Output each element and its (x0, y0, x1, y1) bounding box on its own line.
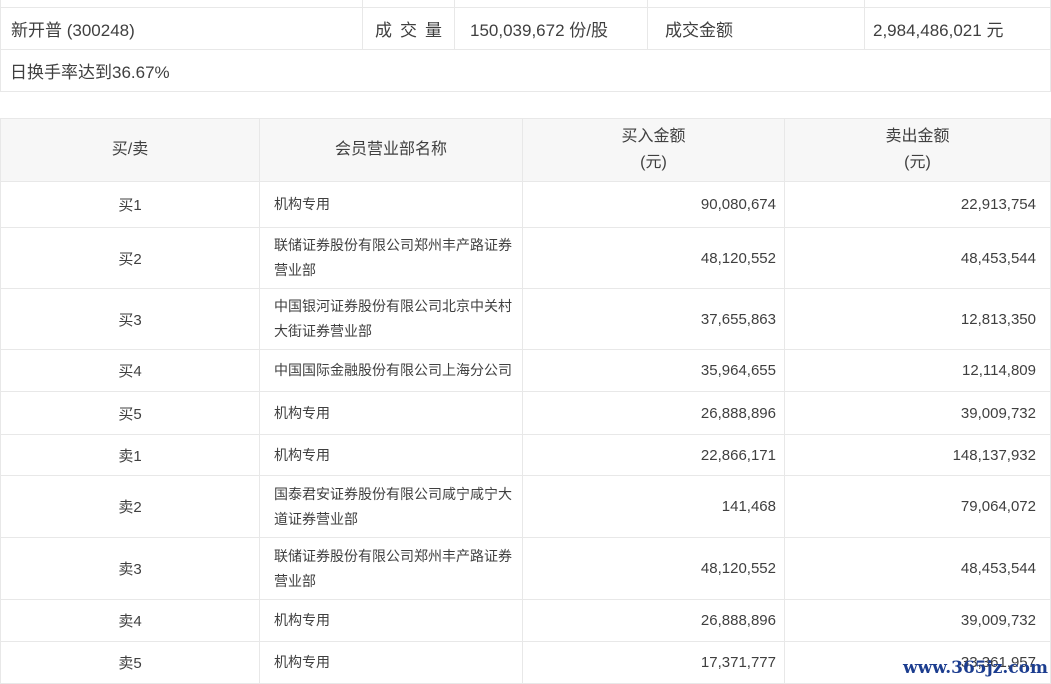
row-sell-amount: 12,813,350 (785, 289, 1050, 349)
site-watermark: www.365jz.com (903, 658, 1048, 678)
branch-text: 中国国际金融股份有限公司上海分公司 (274, 358, 521, 383)
table-row: 卖2 国泰君安证券股份有限公司咸宁咸宁大道证券营业部 141,468 79,06… (1, 475, 1050, 537)
branch-text: 机构专用 (274, 443, 521, 468)
header-side: 买/卖 (1, 119, 260, 181)
table-row: 卖5 机构专用 17,371,777 33,361,957 (1, 641, 1050, 683)
row-sell-amount: 48,453,544 (785, 228, 1050, 288)
table-row: 卖1 机构专用 22,866,171 148,137,932 (1, 434, 1050, 475)
row-sell-amount: 39,009,732 (785, 600, 1050, 641)
row-side-rank: 卖1 (1, 435, 260, 475)
stock-summary-table: 新开普 (300248) 成交量 150,039,672 份/股 成交金额 2,… (0, 0, 1051, 92)
branch-text: 联储证券股份有限公司郑州丰产路证券营业部 (274, 544, 521, 594)
volume-value: 150,039,672 份/股 (455, 8, 648, 49)
row-sell-amount: 48,453,544 (785, 538, 1050, 599)
header-side-label: 买/卖 (112, 137, 148, 163)
row-side-rank: 卖3 (1, 538, 260, 599)
branch-text: 机构专用 (274, 608, 521, 633)
stock-name: 新开普 (300248) (1, 8, 363, 49)
header-buy-unit: (元) (640, 150, 667, 176)
row-branch-name: 联储证券股份有限公司郑州丰产路证券营业部 (260, 538, 523, 599)
row-branch-name: 机构专用 (260, 600, 523, 641)
branch-text: 联储证券股份有限公司郑州丰产路证券营业部 (274, 233, 521, 283)
row-side-rank: 卖4 (1, 600, 260, 641)
header-branch: 会员营业部名称 (260, 119, 523, 181)
turnover-rate-note: 日换手率达到36.67% (1, 49, 1050, 91)
table-row: 买1 机构专用 90,080,674 22,913,754 (1, 181, 1050, 227)
row-side-rank: 买2 (1, 228, 260, 288)
row-sell-amount: 79,064,072 (785, 476, 1050, 537)
table-row: 买3 中国银河证券股份有限公司北京中关村大街证券营业部 37,655,863 1… (1, 288, 1050, 349)
row-buy-amount: 48,120,552 (523, 538, 785, 599)
turnover-value: 2,984,486,021 元 (865, 8, 1050, 49)
row-sell-amount: 39,009,732 (785, 392, 1050, 434)
table-header-row: 买/卖 会员营业部名称 买入金额 (元) 卖出金额 (元) (1, 119, 1050, 181)
row-branch-name: 国泰君安证券股份有限公司咸宁咸宁大道证券营业部 (260, 476, 523, 537)
header-buy-amount: 买入金额 (元) (523, 119, 785, 181)
table-row: 买2 联储证券股份有限公司郑州丰产路证券营业部 48,120,552 48,45… (1, 227, 1050, 288)
branch-text: 机构专用 (274, 401, 521, 426)
table-row: 卖4 机构专用 26,888,896 39,009,732 (1, 599, 1050, 641)
row-branch-name: 中国国际金融股份有限公司上海分公司 (260, 350, 523, 391)
row-branch-name: 中国银河证券股份有限公司北京中关村大街证券营业部 (260, 289, 523, 349)
header-sell-line1: 卖出金额 (885, 124, 949, 150)
table-body: 买1 机构专用 90,080,674 22,913,754 买2 联储证券股份有… (1, 181, 1050, 683)
clipped-previous-row (1, 0, 1050, 7)
row-sell-amount: 148,137,932 (785, 435, 1050, 475)
row-sell-amount: 12,114,809 (785, 350, 1050, 391)
row-buy-amount: 35,964,655 (523, 350, 785, 391)
row-side-rank: 卖2 (1, 476, 260, 537)
stub-cell (648, 0, 865, 7)
row-side-rank: 买4 (1, 350, 260, 391)
row-branch-name: 机构专用 (260, 182, 523, 227)
row-side-rank: 买5 (1, 392, 260, 434)
row-side-rank: 买1 (1, 182, 260, 227)
stub-cell (865, 0, 1050, 7)
branch-text: 机构专用 (274, 650, 521, 675)
row-side-rank: 买3 (1, 289, 260, 349)
row-buy-amount: 48,120,552 (523, 228, 785, 288)
summary-row: 新开普 (300248) 成交量 150,039,672 份/股 成交金额 2,… (1, 7, 1050, 49)
stub-cell (1, 0, 363, 7)
header-branch-label: 会员营业部名称 (335, 137, 447, 163)
row-sell-amount: 22,913,754 (785, 182, 1050, 227)
table-row: 买4 中国国际金融股份有限公司上海分公司 35,964,655 12,114,8… (1, 349, 1050, 391)
branch-text: 机构专用 (274, 192, 521, 217)
row-branch-name: 机构专用 (260, 435, 523, 475)
row-side-rank: 卖5 (1, 642, 260, 683)
row-buy-amount: 37,655,863 (523, 289, 785, 349)
header-sell-amount: 卖出金额 (元) (785, 119, 1050, 181)
row-buy-amount: 90,080,674 (523, 182, 785, 227)
broker-seats-table: 买/卖 会员营业部名称 买入金额 (元) 卖出金额 (元) 买1 机构专用 90… (0, 118, 1051, 684)
table-row: 卖3 联储证券股份有限公司郑州丰产路证券营业部 48,120,552 48,45… (1, 537, 1050, 599)
row-branch-name: 机构专用 (260, 392, 523, 434)
row-branch-name: 联储证券股份有限公司郑州丰产路证券营业部 (260, 228, 523, 288)
header-sell-unit: (元) (904, 150, 931, 176)
row-buy-amount: 22,866,171 (523, 435, 785, 475)
stub-cell (363, 0, 455, 7)
header-buy-line1: 买入金额 (621, 124, 685, 150)
table-row: 买5 机构专用 26,888,896 39,009,732 (1, 391, 1050, 434)
row-buy-amount: 26,888,896 (523, 600, 785, 641)
row-buy-amount: 141,468 (523, 476, 785, 537)
stub-cell (455, 0, 648, 7)
row-branch-name: 机构专用 (260, 642, 523, 683)
branch-text: 国泰君安证券股份有限公司咸宁咸宁大道证券营业部 (274, 482, 521, 532)
branch-text: 中国银河证券股份有限公司北京中关村大街证券营业部 (274, 294, 521, 344)
row-buy-amount: 17,371,777 (523, 642, 785, 683)
row-buy-amount: 26,888,896 (523, 392, 785, 434)
volume-label: 成交量 (363, 8, 455, 49)
turnover-label: 成交金额 (648, 8, 865, 49)
